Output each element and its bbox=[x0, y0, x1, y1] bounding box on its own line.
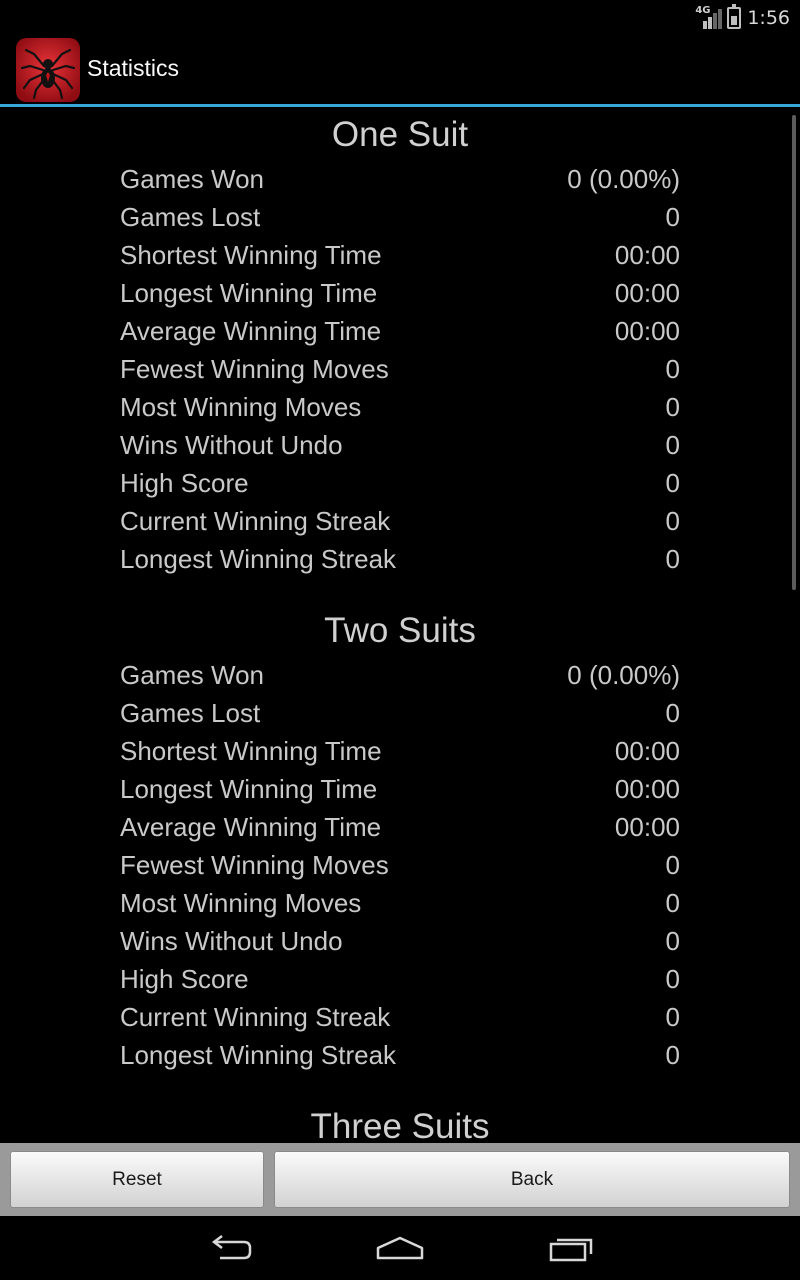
stat-row: Wins Without Undo 0 bbox=[120, 426, 680, 464]
stat-label: Current Winning Streak bbox=[120, 1002, 391, 1032]
recent-apps-icon[interactable] bbox=[541, 1230, 601, 1266]
home-icon[interactable] bbox=[370, 1230, 430, 1266]
stat-label: Games Lost bbox=[120, 202, 261, 232]
stat-value: 00:00 bbox=[614, 736, 680, 766]
stat-value: 0 bbox=[665, 506, 680, 536]
stat-value: 0 bbox=[665, 544, 680, 574]
stat-row: Most Winning Moves 0 bbox=[120, 388, 680, 426]
stat-label: High Score bbox=[120, 468, 249, 498]
stat-label: Longest Winning Time bbox=[120, 774, 378, 804]
stat-label: Games Won bbox=[120, 164, 265, 194]
navigation-bar bbox=[0, 1216, 800, 1280]
stat-row: Longest Winning Time 00:00 bbox=[120, 274, 680, 312]
section-title: One Suit bbox=[331, 115, 469, 154]
stat-row: Current Winning Streak 0 bbox=[120, 502, 680, 540]
section-title: Three Suits bbox=[310, 1107, 490, 1143]
stat-row: Games Won 0 (0.00%) bbox=[120, 656, 680, 694]
stat-label: Games Lost bbox=[120, 698, 261, 728]
stat-label: Longest Winning Streak bbox=[120, 544, 397, 574]
stat-label: Average Winning Time bbox=[120, 812, 382, 842]
stat-value: 0 bbox=[665, 964, 680, 994]
stat-value: 0 (0.00%) bbox=[567, 660, 680, 690]
stat-value: 0 bbox=[665, 468, 680, 498]
stat-row: Games Won 0 (0.00%) bbox=[120, 160, 680, 198]
stat-row: Average Winning Time 00:00 bbox=[120, 808, 680, 846]
signal-icon: 4G bbox=[695, 5, 723, 29]
action-bar: Statistics bbox=[0, 34, 800, 107]
stat-label: Shortest Winning Time bbox=[120, 240, 382, 270]
stat-label: Fewest Winning Moves bbox=[120, 354, 389, 384]
stat-label: Fewest Winning Moves bbox=[120, 850, 389, 880]
network-type-label: 4G bbox=[695, 5, 711, 16]
stat-label: Current Winning Streak bbox=[120, 506, 391, 536]
stat-value: 0 bbox=[665, 354, 680, 384]
section-title: Two Suits bbox=[324, 611, 476, 650]
back-button[interactable]: Back bbox=[274, 1151, 790, 1208]
stat-value: 0 bbox=[665, 926, 680, 956]
section-three-suits: Three Suits bbox=[120, 1102, 680, 1143]
stat-label: Games Won bbox=[120, 660, 265, 690]
stat-row: Longest Winning Streak 0 bbox=[120, 1036, 680, 1074]
stat-value: 00:00 bbox=[614, 812, 680, 842]
stat-label: Average Winning Time bbox=[120, 316, 382, 346]
section-one-suit: One Suit Games Won 0 (0.00%) Games Lost 0 … bbox=[120, 110, 680, 578]
stat-value: 00:00 bbox=[614, 278, 680, 308]
stat-row: Longest Winning Time 00:00 bbox=[120, 770, 680, 808]
stat-row: Shortest Winning Time 00:00 bbox=[120, 236, 680, 274]
stat-label: Longest Winning Time bbox=[120, 278, 378, 308]
stat-row: Games Lost 0 bbox=[120, 694, 680, 732]
stat-label: Shortest Winning Time bbox=[120, 736, 382, 766]
stat-row: Most Winning Moves 0 bbox=[120, 884, 680, 922]
stat-row: Games Lost 0 bbox=[120, 198, 680, 236]
stat-row: Average Winning Time 00:00 bbox=[120, 312, 680, 350]
button-panel: Reset Back bbox=[0, 1143, 800, 1216]
stat-row: Wins Without Undo 0 bbox=[120, 922, 680, 960]
spider-app-icon[interactable] bbox=[16, 38, 80, 102]
stat-value: 0 bbox=[665, 888, 680, 918]
stat-row: High Score 0 bbox=[120, 960, 680, 998]
stat-label: High Score bbox=[120, 964, 249, 994]
stat-value: 0 bbox=[665, 850, 680, 880]
stat-value: 0 bbox=[665, 430, 680, 460]
stat-label: Wins Without Undo bbox=[120, 926, 343, 956]
stat-value: 00:00 bbox=[614, 316, 680, 346]
battery-icon bbox=[727, 4, 742, 29]
status-clock: 1:56 bbox=[747, 7, 790, 29]
page-title: Statistics bbox=[87, 55, 180, 81]
statistics-scroll-view[interactable]: One Suit Games Won 0 (0.00%) Games Lost 0 … bbox=[0, 107, 800, 1143]
scrollbar[interactable] bbox=[792, 115, 796, 590]
stat-value: 00:00 bbox=[614, 240, 680, 270]
stat-value: 0 (0.00%) bbox=[567, 164, 680, 194]
stat-label: Most Winning Moves bbox=[120, 392, 362, 422]
status-bar: 4G 1:56 bbox=[0, 0, 800, 34]
stat-value: 0 bbox=[665, 202, 680, 232]
stat-value: 0 bbox=[665, 1002, 680, 1032]
stat-value: 0 bbox=[665, 392, 680, 422]
stat-label: Wins Without Undo bbox=[120, 430, 343, 460]
stat-value: 00:00 bbox=[614, 774, 680, 804]
back-arrow-icon[interactable] bbox=[200, 1230, 260, 1266]
stat-value: 0 bbox=[665, 698, 680, 728]
stat-row: Fewest Winning Moves 0 bbox=[120, 846, 680, 884]
section-two-suits: Two Suits Games Won 0 (0.00%) Games Lost 0… bbox=[120, 606, 680, 1074]
stat-row: Fewest Winning Moves 0 bbox=[120, 350, 680, 388]
stat-row: Shortest Winning Time 00:00 bbox=[120, 732, 680, 770]
stat-row: Current Winning Streak 0 bbox=[120, 998, 680, 1036]
status-icons: 4G 1:56 bbox=[695, 4, 790, 32]
stat-label: Longest Winning Streak bbox=[120, 1040, 397, 1070]
stat-value: 0 bbox=[665, 1040, 680, 1070]
stat-row: Longest Winning Streak 0 bbox=[120, 540, 680, 578]
reset-button[interactable]: Reset bbox=[10, 1151, 264, 1208]
stat-label: Most Winning Moves bbox=[120, 888, 362, 918]
stat-row: High Score 0 bbox=[120, 464, 680, 502]
